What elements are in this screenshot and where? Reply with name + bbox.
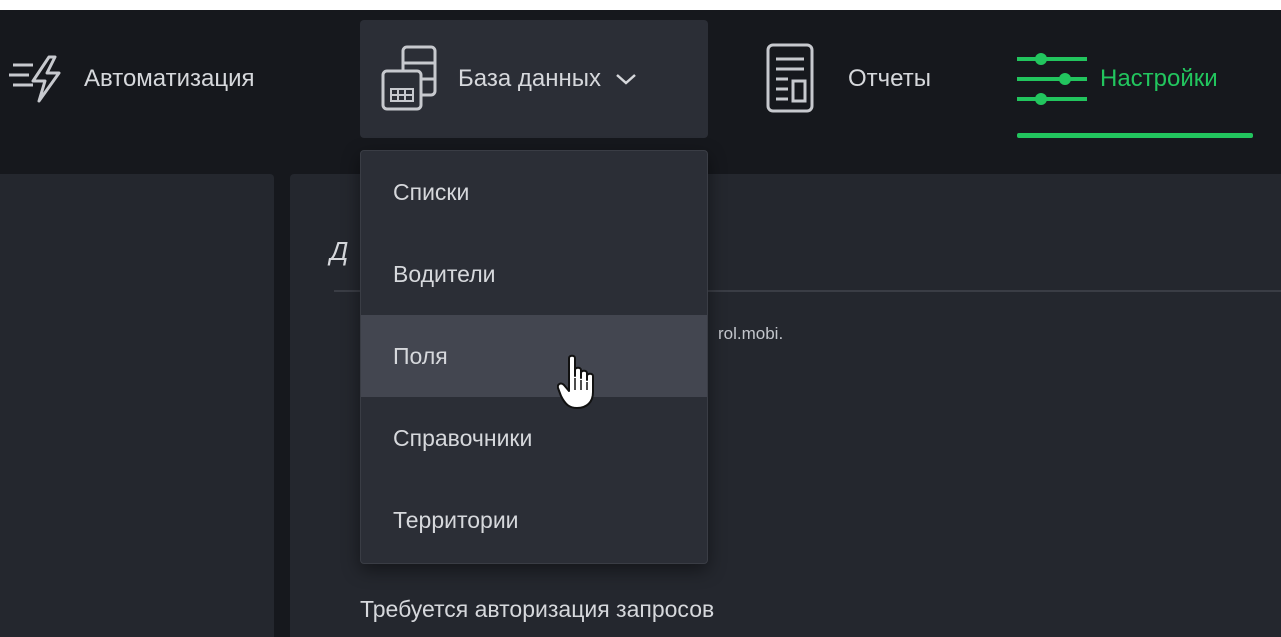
nav-settings-label: Настройки xyxy=(1100,65,1218,92)
report-icon xyxy=(756,41,824,117)
nav-automation-label: Автоматизация xyxy=(84,65,255,92)
nav-database[interactable]: База данных xyxy=(360,20,708,138)
nav-database-label: База данных xyxy=(458,65,601,92)
content-heading: Д xyxy=(330,236,349,266)
nav-reports[interactable]: Отчеты xyxy=(756,20,976,138)
menu-item-directories[interactable]: Справочники xyxy=(361,397,707,479)
sliders-icon xyxy=(1012,47,1094,111)
menu-item-territories[interactable]: Территории xyxy=(361,479,707,561)
lightning-icon xyxy=(0,51,84,107)
database-dropdown-menu: Списки Водители Поля Справочники Террито… xyxy=(360,150,708,564)
menu-item-drivers[interactable]: Водители xyxy=(361,233,707,315)
top-navigation: Автоматизация База данных Отчеты Настрой… xyxy=(0,0,1281,160)
nav-settings[interactable]: Настройки xyxy=(1012,20,1281,138)
app-window: Автоматизация База данных Отчеты Настрой… xyxy=(0,0,1281,637)
top-edge xyxy=(0,0,1281,10)
menu-item-lists[interactable]: Списки xyxy=(361,151,707,233)
auth-required-label: Требуется авторизация запросов xyxy=(360,596,715,622)
left-sidebar-panel xyxy=(0,174,274,637)
nav-automation[interactable]: Автоматизация xyxy=(0,20,320,138)
database-icon xyxy=(374,43,448,115)
chevron-down-icon xyxy=(615,72,637,86)
nav-reports-label: Отчеты xyxy=(848,65,931,92)
active-tab-indicator xyxy=(1017,133,1253,138)
menu-item-fields[interactable]: Поля xyxy=(361,315,707,397)
content-description: rol.mobi. xyxy=(718,324,784,343)
